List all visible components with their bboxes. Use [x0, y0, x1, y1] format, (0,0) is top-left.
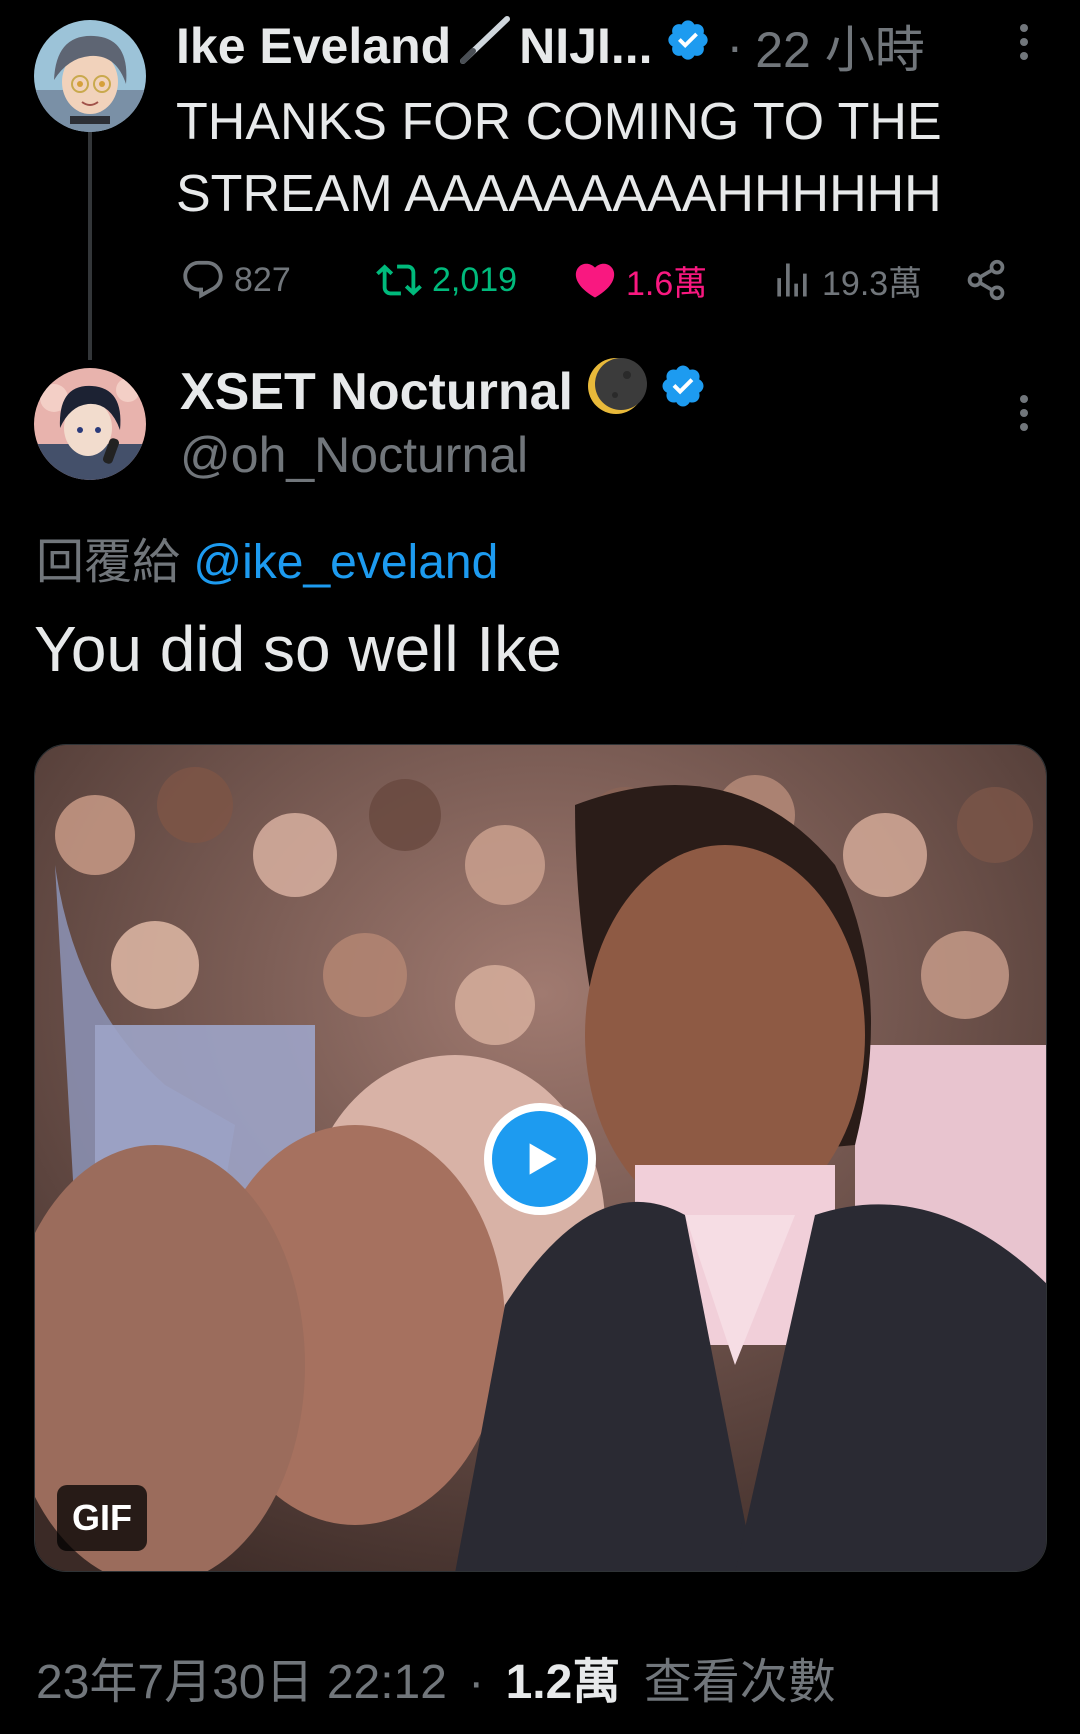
heart-icon: [575, 263, 615, 298]
views-icon: [777, 263, 807, 297]
more-vertical-icon[interactable]: [1010, 393, 1038, 440]
tweet-timestamp-line: 23年7月30日 22:12 · 1.2萬 查看次數: [36, 1642, 836, 1712]
reply-button[interactable]: 827: [180, 250, 291, 310]
crescent-moon-emoji-icon: [585, 355, 647, 430]
reply-tweet-text: You did so well Ike: [34, 613, 562, 685]
avatar-ike-eveland[interactable]: [34, 20, 146, 132]
parent-tweet-text: THANKS FOR COMING TO THE STREAM AAAAAAAA…: [176, 86, 942, 230]
fountain-pen-emoji-icon: [455, 13, 515, 79]
tweet-timestamp[interactable]: 23年7月30日 22:12: [36, 1656, 447, 1709]
parent-tweet-text-line1: THANKS FOR COMING TO THE: [176, 93, 942, 151]
parent-tweet-actions: 827 2,019 1.6萬 19.3萬: [180, 250, 1020, 310]
reply-count: 827: [234, 260, 291, 299]
gif-badge: GIF: [57, 1485, 147, 1551]
parent-display-name-suffix[interactable]: NIJI...: [519, 17, 652, 75]
reply-display-name[interactable]: XSET Nocturnal: [180, 362, 573, 422]
parent-tweet-text-line2: STREAM AAAAAAAAAHHHHHH: [176, 165, 942, 223]
parent-time[interactable]: 22 小時: [755, 10, 925, 82]
retweet-button[interactable]: 2,019: [374, 250, 517, 310]
play-button[interactable]: [484, 1103, 596, 1215]
more-vertical-icon[interactable]: [1010, 22, 1038, 69]
avatar-xset-nocturnal[interactable]: [34, 368, 146, 480]
parent-display-name[interactable]: Ike Eveland: [176, 17, 451, 75]
like-count: 1.6萬: [626, 264, 708, 303]
replying-to-label: 回覆給: [36, 536, 181, 589]
reply-handle[interactable]: @oh_Nocturnal: [180, 426, 528, 484]
views-button[interactable]: 19.3萬: [770, 250, 922, 310]
parent-tweet-header: Ike Eveland NIJI... · 22 小時: [176, 16, 925, 78]
reply-tweet-header: XSET Nocturnal: [180, 357, 707, 423]
tweet-view-count[interactable]: 1.2萬: [506, 1656, 621, 1709]
play-icon: [529, 1143, 557, 1175]
replying-to-handle[interactable]: @ike_eveland: [193, 536, 498, 589]
retweet-count: 2,019: [432, 260, 518, 299]
views-count: 19.3萬: [822, 264, 923, 303]
share-button[interactable]: [964, 250, 1016, 310]
thread-connector-line: [88, 132, 92, 360]
verified-badge-icon: [665, 17, 711, 75]
parent-separator: ·: [726, 18, 744, 74]
reply-icon: [183, 260, 223, 299]
replying-to-line: 回覆給 @ike_eveland: [36, 522, 498, 592]
footer-separator: ·: [468, 1656, 485, 1709]
tweet-view-label: 查看次數: [643, 1656, 836, 1709]
share-icon: [967, 259, 1005, 301]
verified-badge-icon: [659, 362, 707, 423]
retweet-icon: [376, 264, 422, 296]
like-button[interactable]: 1.6萬: [572, 250, 707, 310]
